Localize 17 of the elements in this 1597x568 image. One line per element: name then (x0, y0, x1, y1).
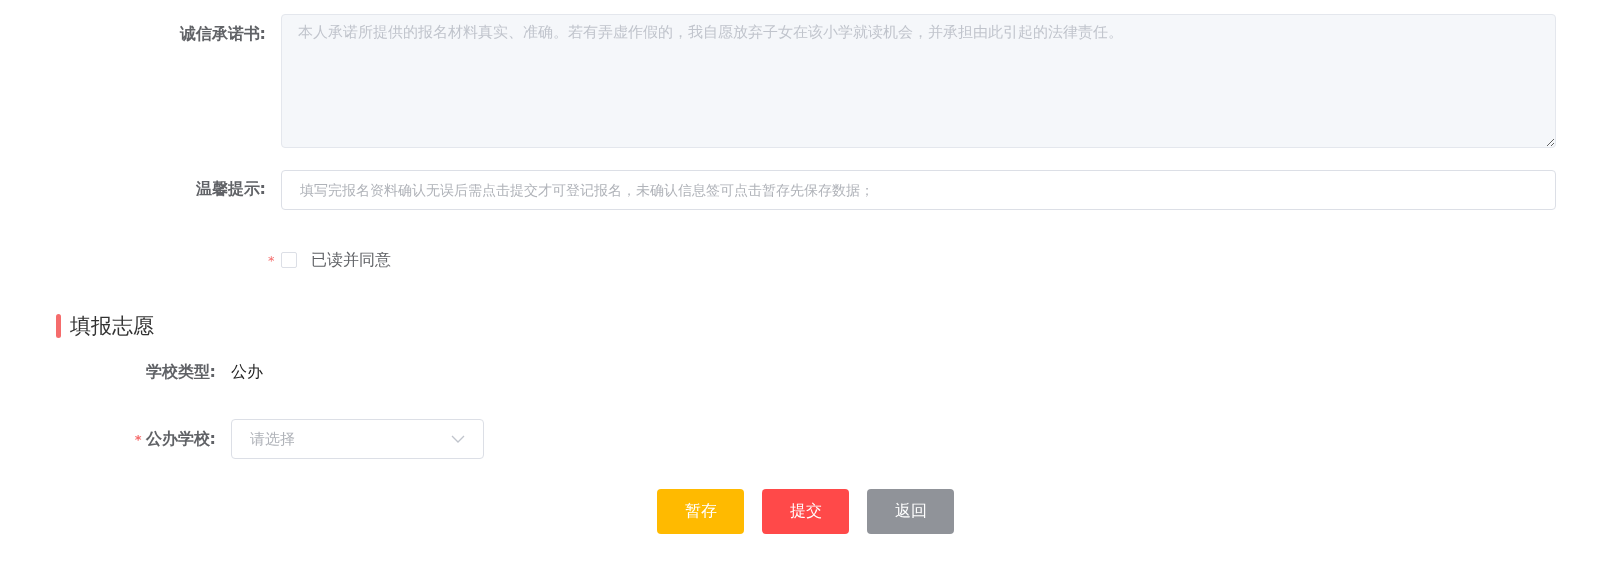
school-select[interactable]: 请选择 (231, 419, 484, 459)
field-label: 温馨提示: (194, 178, 266, 200)
field-label: 诚信承诺书: (178, 23, 266, 45)
required-mark: * (134, 431, 142, 447)
section-title: 填报志愿 (70, 313, 154, 340)
field-label: 学校类型: (145, 362, 216, 383)
chevron-down-icon (451, 435, 465, 443)
field-label: 公办学校: (145, 428, 216, 450)
action-button[interactable]: 暂存 (657, 489, 744, 534)
action-button[interactable]: 提交 (762, 489, 849, 534)
field-value: 公办 (231, 362, 264, 383)
required-mark: * (268, 252, 275, 268)
hint-field[interactable]: 填写完报名资料确认无误后需点击提交才可登记报名，未确认信息签可点击暂存先保存数据； (281, 170, 1556, 210)
checkbox-label[interactable]: 已读并同意 (310, 249, 391, 271)
action-button[interactable]: 返回 (867, 489, 954, 534)
checkbox[interactable] (280, 252, 297, 268)
section-accent-bar (56, 314, 61, 338)
